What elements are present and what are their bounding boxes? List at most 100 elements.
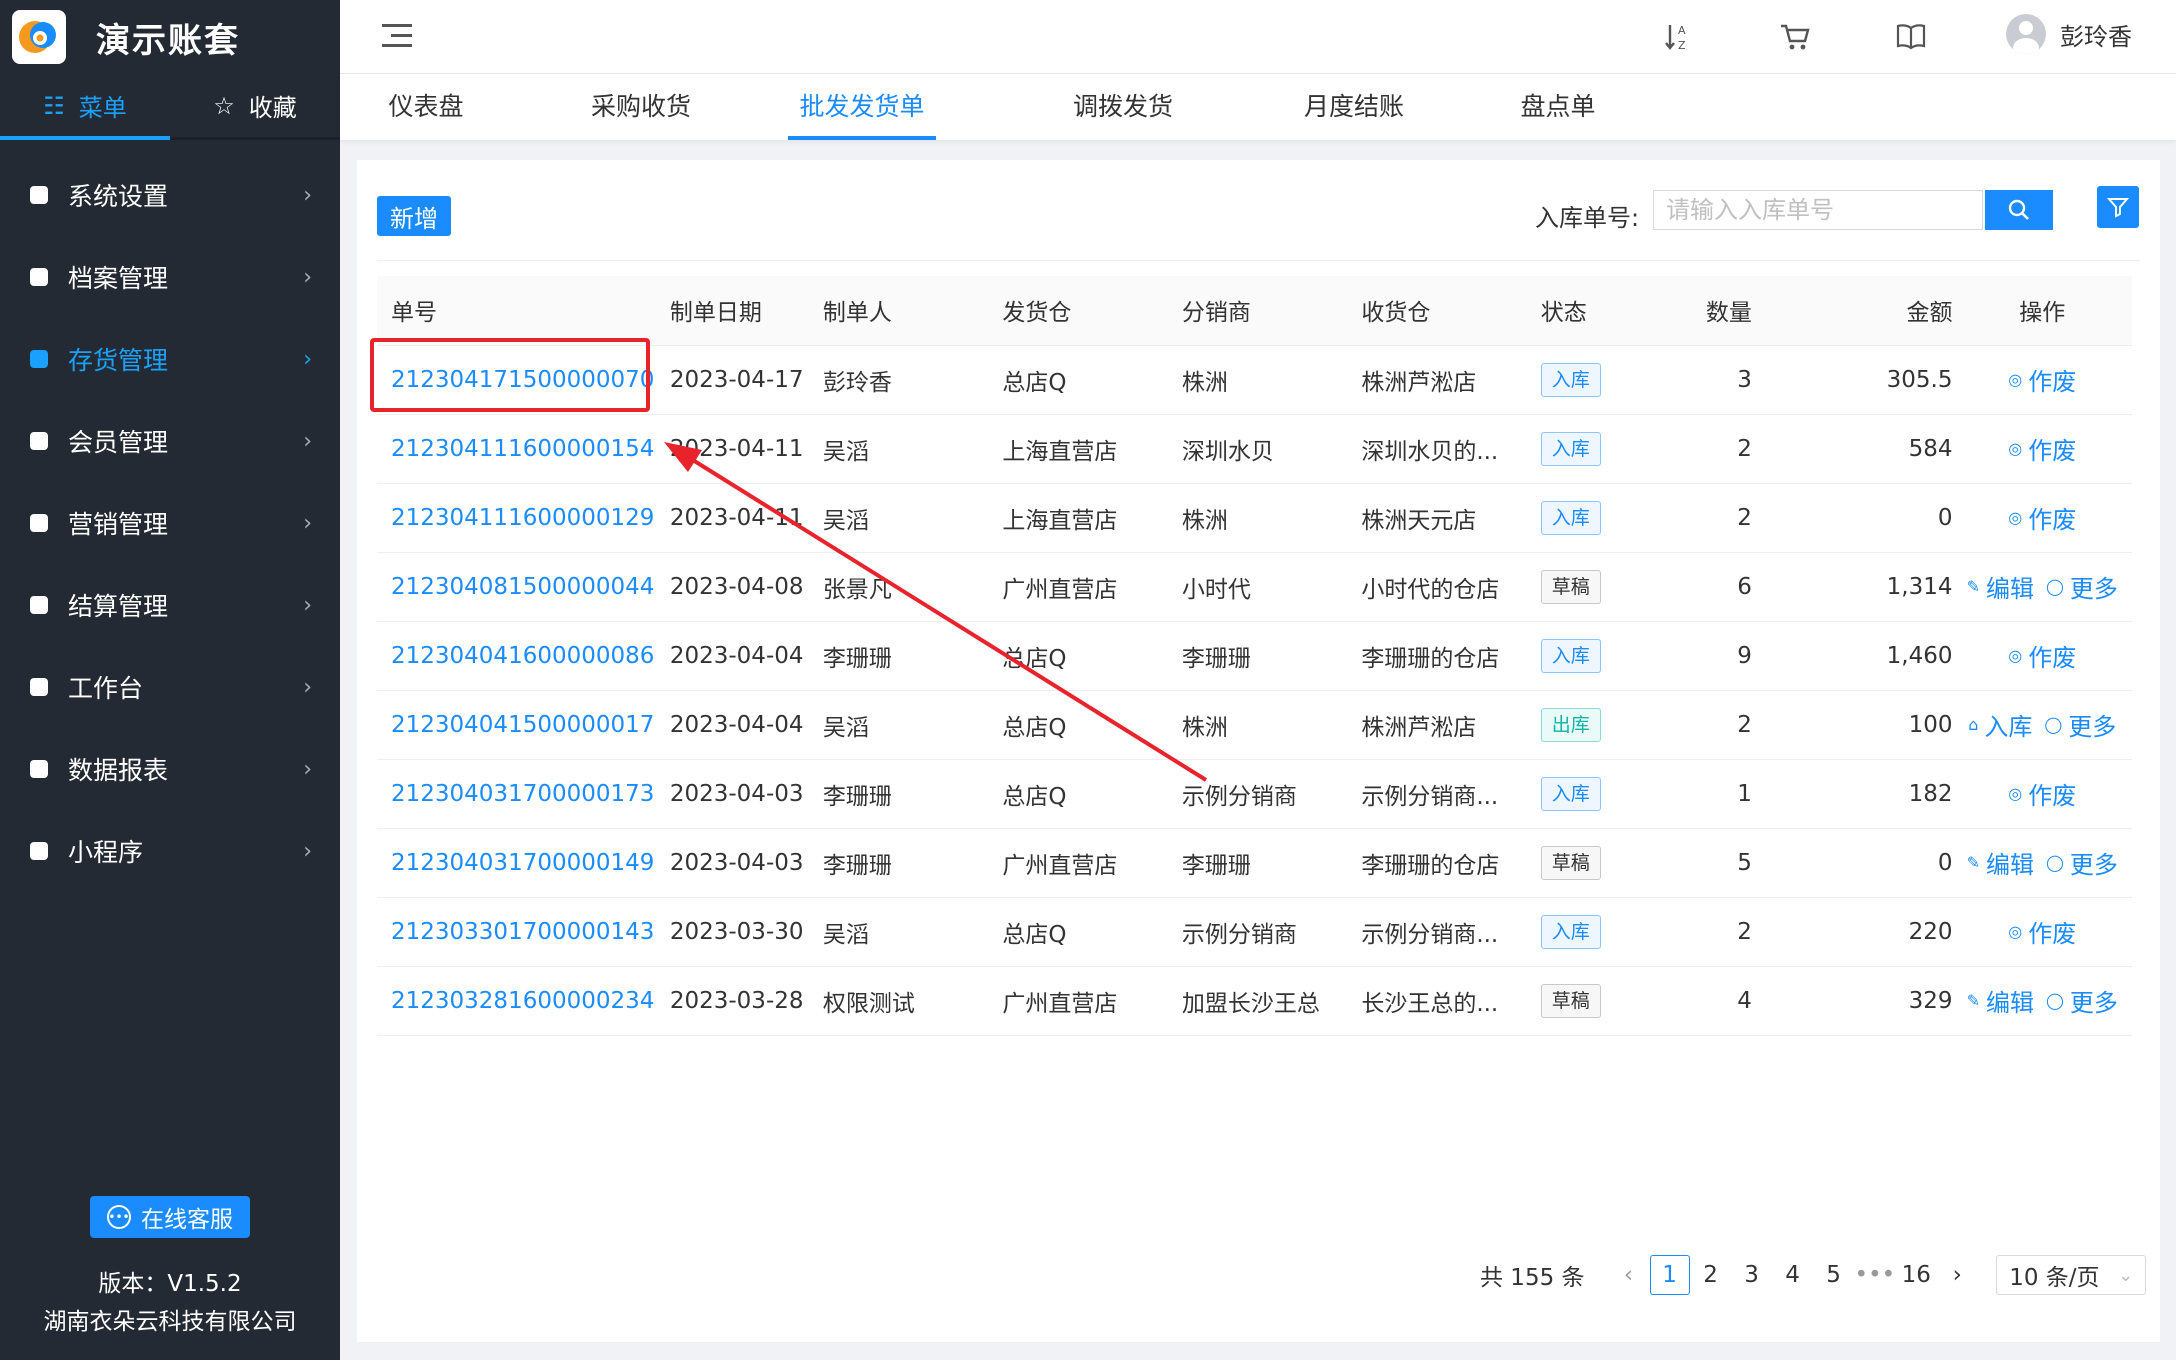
page-5-button[interactable]: 5 <box>1814 1255 1854 1295</box>
distributor: 株洲 <box>1181 345 1362 415</box>
void-icon: ◎ <box>2008 370 2023 389</box>
header-status: 状态 <box>1540 276 1636 346</box>
settlement-icon <box>30 596 48 614</box>
order-number-link[interactable]: 212304031700000173 <box>391 781 654 807</box>
filter-button[interactable] <box>2097 186 2139 228</box>
cart-icon[interactable] <box>1778 20 1812 54</box>
search-icon <box>2008 199 2029 220</box>
source-warehouse: 总店Q <box>1002 621 1182 691</box>
page-3-button[interactable]: 3 <box>1732 1255 1772 1295</box>
order-number-link[interactable]: 212304111600000154 <box>391 436 654 462</box>
void-icon: ◎ <box>2008 439 2023 458</box>
distributor: 小时代 <box>1181 552 1362 622</box>
user-menu[interactable]: 彭玲香 <box>2006 14 2132 54</box>
status-badge: 入库 <box>1540 914 1601 949</box>
tab-menu[interactable]: ☷ 菜单 <box>0 74 170 140</box>
tab-stocktake[interactable]: 盘点单 <box>1520 74 1596 140</box>
void-action[interactable]: ◎ 作废 <box>2008 500 2076 535</box>
order-date: 2023-04-04 <box>669 690 823 760</box>
sidebar-item-miniapp[interactable]: 小程序 › <box>0 810 340 892</box>
tab-wholesale-delivery[interactable]: 批发发货单 <box>788 74 936 140</box>
tab-transfer-delivery[interactable]: 调拨发货单 <box>1062 74 1184 187</box>
search-input[interactable] <box>1653 190 1983 230</box>
sidebar-item-label: 数据报表 <box>68 756 169 785</box>
next-page-button[interactable]: › <box>1937 1255 1977 1295</box>
sidebar-item-archive[interactable]: 档案管理 › <box>0 236 340 318</box>
table-row: 212304081500000044 2023-04-08 张景凡 广州直营店 小时代小… <box>377 552 2132 622</box>
chevron-right-icon: › <box>303 592 312 618</box>
void-icon: ◎ <box>2008 922 2023 941</box>
status-badge: 入库 <box>1540 638 1601 673</box>
book-icon[interactable] <box>1894 20 1928 54</box>
void-action[interactable]: ◎ 作废 <box>2008 638 2076 673</box>
divider <box>377 260 2140 261</box>
header-maker: 制单人 <box>822 276 1003 346</box>
order-number-link[interactable]: 212303301700000143 <box>391 919 654 945</box>
page-16-button[interactable]: 16 <box>1896 1255 1936 1295</box>
distributor: 株洲 <box>1181 483 1362 553</box>
order-number-link[interactable]: 212304041500000017 <box>391 712 654 738</box>
order-number-link[interactable]: 212304111600000129 <box>391 505 654 531</box>
order-number-link[interactable]: 212304081500000044 <box>391 574 654 600</box>
tab-favorites[interactable]: ☆ 收藏 <box>170 74 340 137</box>
void-action[interactable]: ◎ 作废 <box>2008 914 2076 949</box>
source-warehouse: 广州直营店 <box>1002 828 1182 898</box>
status-badge: 入库 <box>1540 500 1601 535</box>
more-pages-button[interactable]: ••• <box>1855 1255 1896 1295</box>
row-actions: ◎ 作废 <box>1952 621 2132 691</box>
order-maker: 张景凡 <box>822 552 1003 622</box>
order-number-link[interactable]: 212304041600000086 <box>391 643 654 669</box>
order-number-link[interactable]: 212304031700000149 <box>391 850 654 876</box>
page-tabs: 仪表盘 采购收货单 批发发货单 调拨发货单 月度结账 盘点单 <box>340 74 2176 187</box>
header-actions: 操作 <box>1952 276 2132 346</box>
page-size-select[interactable]: 10 条/页 ⌄ <box>1996 1255 2147 1295</box>
tab-dashboard[interactable]: 仪表盘 <box>386 74 466 140</box>
page-1-button[interactable]: 1 <box>1649 1255 1690 1295</box>
sidebar-item-settlement[interactable]: 结算管理 › <box>0 564 340 646</box>
sidebar-item-workbench[interactable]: 工作台 › <box>0 646 340 728</box>
online-service-button[interactable]: ••• 在线客服 <box>90 1196 250 1238</box>
edit-action[interactable]: ✎ 编辑 <box>1967 845 2034 880</box>
order-maker: 吴滔 <box>822 483 1003 553</box>
more-icon: ◯ <box>2045 577 2064 596</box>
menu-toggle-icon[interactable] <box>382 24 412 50</box>
more-action[interactable]: ◯ 更多 <box>2046 845 2118 880</box>
edit-action[interactable]: ✎ 编辑 <box>1967 983 2034 1018</box>
edit-action[interactable]: ✎ 编辑 <box>1967 569 2034 604</box>
header-date: 制单日期 <box>669 276 823 346</box>
tab-purchase-receipt[interactable]: 采购收货单 <box>580 74 702 187</box>
receiving-warehouse: 小时代的仓店 <box>1361 552 1541 622</box>
sidebar-item-inventory[interactable]: 存货管理 › <box>0 318 340 400</box>
more-action[interactable]: ◯ 更多 <box>2044 707 2116 742</box>
sidebar-item-label: 会员管理 <box>68 428 169 457</box>
sidebar-item-reports[interactable]: 数据报表 › <box>0 728 340 810</box>
search-button[interactable] <box>1985 190 2053 230</box>
quantity: 2 <box>1635 897 1752 967</box>
sidebar-item-marketing[interactable]: 营销管理 › <box>0 482 340 564</box>
more-action[interactable]: ◯ 更多 <box>2046 983 2118 1018</box>
void-label: 作废 <box>2028 782 2077 810</box>
quantity: 1 <box>1635 759 1752 829</box>
row-actions: ◎ 作废 <box>1952 897 2132 967</box>
sort-az-icon[interactable]: AZ <box>1662 20 1696 54</box>
void-action[interactable]: ◎ 作废 <box>2008 362 2076 397</box>
status-badge: 草稿 <box>1540 983 1601 1018</box>
sidebar-item-system-settings[interactable]: 系统设置 › <box>0 154 340 236</box>
tab-monthly-closing[interactable]: 月度结账 <box>1304 74 1404 140</box>
void-action[interactable]: ◎ 作废 <box>2008 776 2076 811</box>
more-action[interactable]: ◯ 更多 <box>2046 569 2118 604</box>
order-maker: 权限测试 <box>822 966 1003 1036</box>
row-actions: ✎ 编辑 ◯ 更多 <box>1952 552 2132 622</box>
distributor: 李珊珊 <box>1181 828 1362 898</box>
add-button[interactable]: 新增 <box>377 196 451 236</box>
row-actions: ✎ 编辑 ◯ 更多 <box>1952 966 2132 1036</box>
page-4-button[interactable]: 4 <box>1773 1255 1813 1295</box>
prev-page-button[interactable]: ‹ <box>1609 1255 1649 1295</box>
stock-in-action[interactable]: ⌂ 入库 <box>1968 707 2032 742</box>
company-name: 湖南衣朵云科技有限公司 <box>43 1309 297 1335</box>
page-2-button[interactable]: 2 <box>1691 1255 1731 1295</box>
order-number-link[interactable]: 212303281600000234 <box>391 988 654 1014</box>
void-action[interactable]: ◎ 作废 <box>2008 431 2076 466</box>
row-actions: ⌂ 入库 ◯ 更多 <box>1952 690 2132 760</box>
sidebar-item-member[interactable]: 会员管理 › <box>0 400 340 482</box>
